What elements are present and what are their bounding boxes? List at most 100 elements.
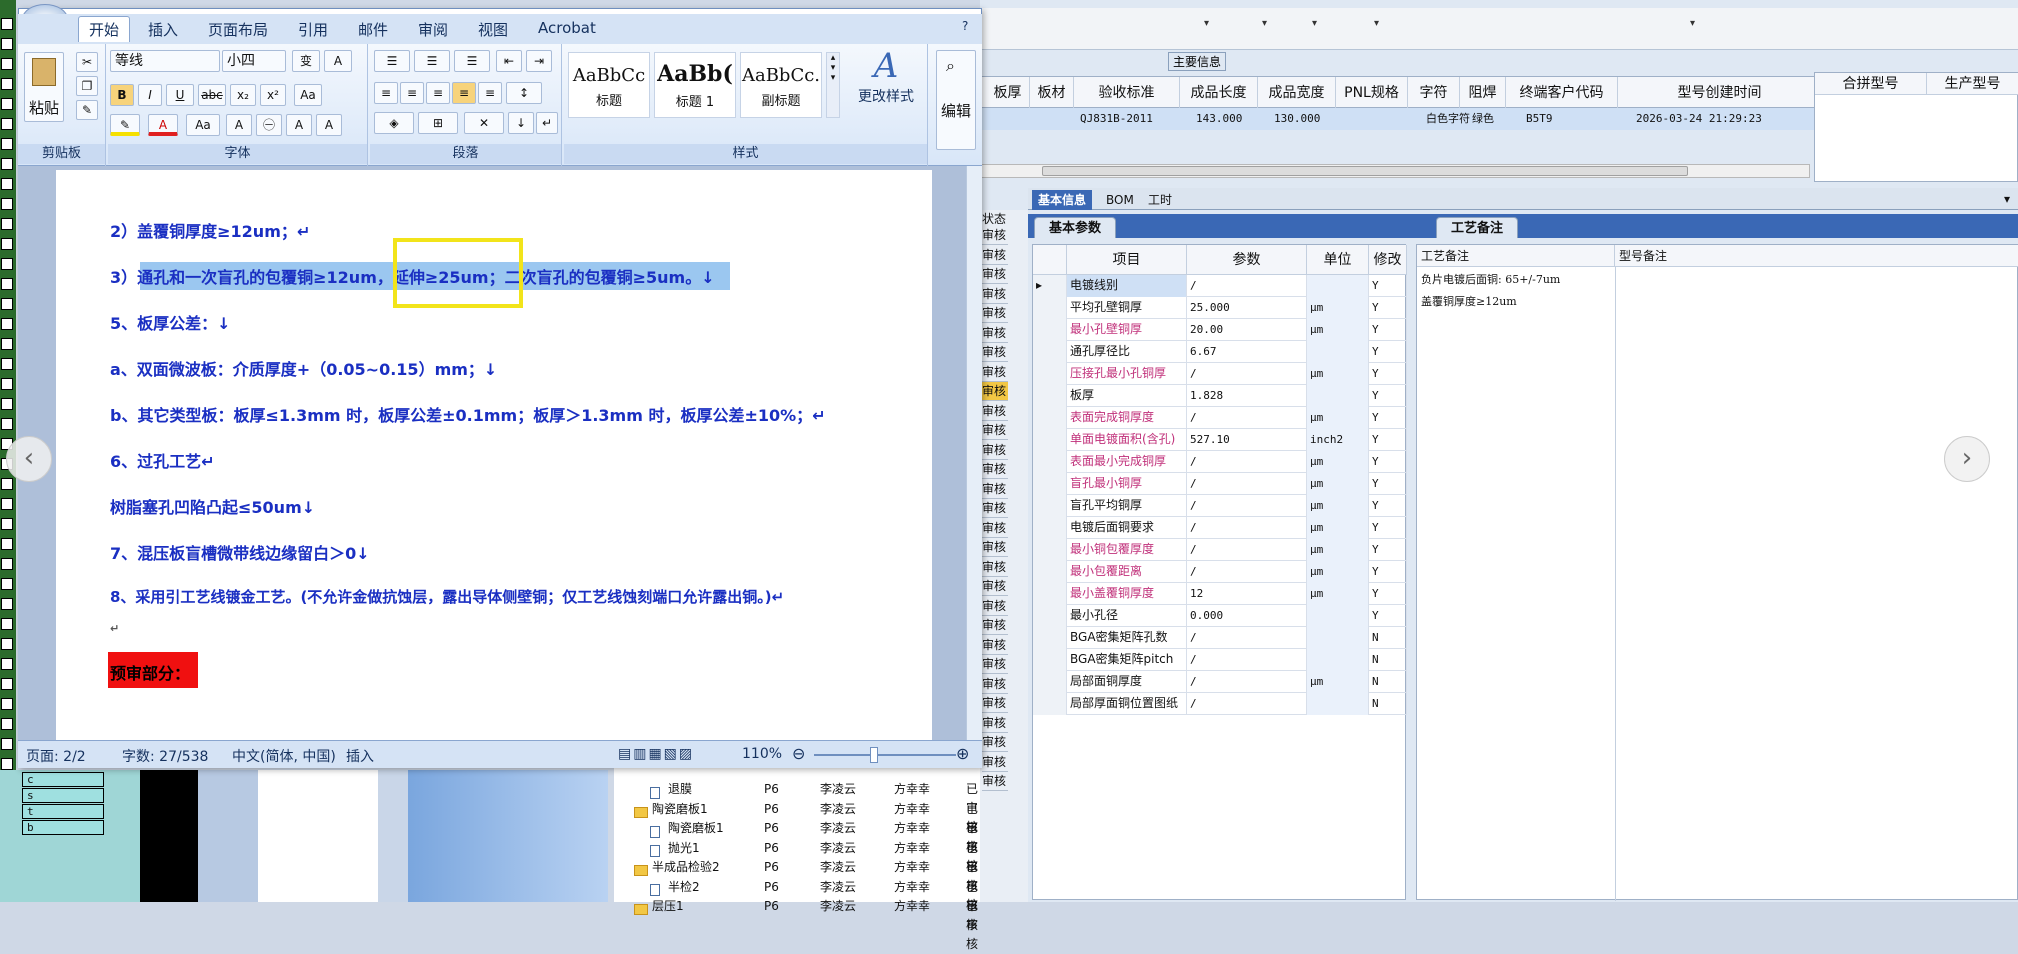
tree-row[interactable]: 抛光1 P6 李凌云 方幸幸 已审核: [614, 839, 980, 893]
layer-toggle[interactable]: [1, 358, 13, 370]
zoom-slider[interactable]: [814, 754, 956, 756]
status-cell[interactable]: 审核: [982, 421, 1008, 440]
numbering-icon[interactable]: ☰: [414, 50, 450, 72]
status-cell[interactable]: 审核: [982, 363, 1008, 382]
status-cell[interactable]: 审核: [982, 226, 1008, 245]
chevron-down-icon[interactable]: ▾: [1998, 189, 2016, 209]
tab-basic-params[interactable]: 基本参数: [1034, 217, 1117, 238]
grid-row[interactable]: QJ831B-2011 143.000 130.000 白色字符 绿色 B5T9…: [980, 108, 1816, 130]
tab-review[interactable]: 审阅: [418, 19, 448, 40]
param-row[interactable]: 局部面铜厚度 / μm N: [1033, 671, 1407, 693]
status-mode[interactable]: 插入: [346, 746, 374, 766]
param-row[interactable]: 最小盖覆铜厚度 12 μm Y: [1033, 583, 1407, 605]
param-row[interactable]: 单面电镀面积(含孔) 527.10 inch2 Y: [1033, 429, 1407, 451]
col-header[interactable]: 合拼型号: [1815, 73, 1927, 95]
tab-view[interactable]: 视图: [478, 19, 508, 40]
font-size-select[interactable]: 小四: [222, 50, 286, 72]
layer-toggle[interactable]: [1, 478, 13, 490]
font-name-select[interactable]: 等线: [110, 50, 220, 72]
layer-toggle[interactable]: [1, 498, 13, 510]
layer-toggle[interactable]: [1, 258, 13, 270]
zoom-out-icon[interactable]: ⊖: [792, 744, 805, 763]
superscript-button[interactable]: x²: [260, 84, 286, 106]
layer-toggle[interactable]: [1, 298, 13, 310]
layer-toggle[interactable]: [1, 678, 13, 690]
layer-toggle[interactable]: [1, 398, 13, 410]
status-cell[interactable]: 审核: [982, 402, 1008, 421]
help-icon[interactable]: ?: [962, 19, 968, 33]
layer-toggle[interactable]: [1, 518, 13, 530]
col-header[interactable]: 参数: [1187, 245, 1307, 275]
status-cell[interactable]: 审核: [982, 577, 1008, 596]
tree-row[interactable]: 层压1 P6 李凌云 方幸幸 已审核: [614, 897, 980, 951]
italic-button[interactable]: I: [138, 84, 162, 106]
tab-insert[interactable]: 插入: [148, 19, 178, 40]
status-cell[interactable]: 审核: [982, 441, 1008, 460]
param-row[interactable]: 板厚 1.828 Y: [1033, 385, 1407, 407]
change-styles-button[interactable]: A 更改样式: [844, 46, 928, 126]
tree-row[interactable]: 半检2 P6 李凌云 方幸幸 已审核: [614, 878, 980, 932]
status-cell[interactable]: 审核: [982, 519, 1008, 538]
show-marks-icon[interactable]: ↵: [536, 112, 558, 134]
clear-format-icon[interactable]: A: [324, 50, 352, 72]
doc-line[interactable]: ↵: [110, 622, 119, 635]
doc-line[interactable]: 2）盖覆铜厚度≥12um；↵: [110, 218, 310, 242]
status-cell[interactable]: 审核: [982, 538, 1008, 557]
styles-scroll[interactable]: ▴ ▾ ▾: [826, 52, 840, 118]
status-cell[interactable]: 审核: [982, 324, 1008, 343]
dropdown-arrow[interactable]: ▾: [1312, 18, 1317, 29]
change-case-icon[interactable]: Aa: [294, 84, 322, 106]
decrease-indent-icon[interactable]: ⇤: [496, 50, 522, 72]
layer-toggle[interactable]: [1, 418, 13, 430]
layer-row[interactable]: t: [22, 804, 104, 819]
param-row[interactable]: 盲孔平均铜厚 / μm Y: [1033, 495, 1407, 517]
view-buttons[interactable]: ▤▥▦▧▨: [618, 746, 694, 762]
col-header[interactable]: 项目: [1067, 245, 1187, 275]
dropdown-arrow[interactable]: ▾: [1262, 18, 1267, 29]
status-lang[interactable]: 中文(简体, 中国): [232, 746, 336, 766]
vertical-scrollbar[interactable]: [966, 166, 982, 740]
col-header[interactable]: 终端客户代码: [1506, 77, 1618, 109]
enclose-char-icon[interactable]: ㊀: [256, 114, 282, 136]
layer-toggle[interactable]: [1, 18, 13, 30]
status-cell[interactable]: 审核: [982, 343, 1008, 362]
bullets-icon[interactable]: ☰: [374, 50, 410, 72]
status-cell[interactable]: 审核: [982, 285, 1008, 304]
format-painter-icon[interactable]: ✎: [76, 100, 98, 120]
style-heading1[interactable]: AaBb( 标题 1: [654, 52, 736, 118]
col-header[interactable]: PNL规格: [1336, 77, 1408, 109]
tree-row[interactable]: 陶瓷磨板1 P6 李凌云 方幸幸 已审核: [614, 800, 980, 854]
tab-basic-info[interactable]: 基本信息: [1032, 190, 1093, 210]
layer-toggle[interactable]: [1, 318, 13, 330]
next-icon[interactable]: ›: [1944, 436, 1990, 482]
font-case-icon[interactable]: Aa: [186, 114, 220, 136]
subscript-button[interactable]: x₂: [230, 84, 256, 106]
status-cell[interactable]: 审核: [982, 382, 1008, 401]
layer-toggle[interactable]: [1, 278, 13, 290]
prev-icon[interactable]: ‹: [6, 436, 52, 482]
dropdown-arrow[interactable]: ▾: [1374, 18, 1379, 29]
scrollbar-thumb[interactable]: [1042, 166, 1688, 176]
param-row[interactable]: 表面最小完成铜厚 / μm Y: [1033, 451, 1407, 473]
param-row[interactable]: BGA密集矩阵孔数 / N: [1033, 627, 1407, 649]
justify-icon[interactable]: ≡: [452, 82, 476, 104]
param-row[interactable]: ▸ 电镀线别 / Y: [1033, 275, 1407, 297]
doc-line[interactable]: 7、混压板盲槽微带线边缘留白＞0↓: [110, 540, 370, 564]
param-row[interactable]: 最小孔壁铜厚 20.00 μm Y: [1033, 319, 1407, 341]
layer-toggle[interactable]: [1, 58, 13, 70]
layer-toggle[interactable]: [1, 698, 13, 710]
status-cell[interactable]: 审核: [982, 655, 1008, 674]
layer-row[interactable]: c: [22, 772, 104, 787]
status-words[interactable]: 字数: 27/538: [122, 746, 208, 766]
dropdown-arrow[interactable]: ▾: [1690, 18, 1695, 29]
shading-icon[interactable]: ◈: [374, 112, 414, 134]
param-row[interactable]: 局部厚面铜位置图纸 / N: [1033, 693, 1407, 715]
multilevel-icon[interactable]: ☰: [454, 50, 490, 72]
zoom-handle[interactable]: [870, 747, 878, 763]
zoom-level[interactable]: 110%: [742, 746, 782, 762]
param-row[interactable]: 最小孔径 0.000 Y: [1033, 605, 1407, 627]
tab-layout[interactable]: 页面布局: [208, 19, 268, 40]
style-title[interactable]: AaBbCc 标题: [568, 52, 650, 118]
col-header[interactable]: 生产型号: [1927, 73, 2018, 95]
status-cell[interactable]: 审核: [982, 246, 1008, 265]
